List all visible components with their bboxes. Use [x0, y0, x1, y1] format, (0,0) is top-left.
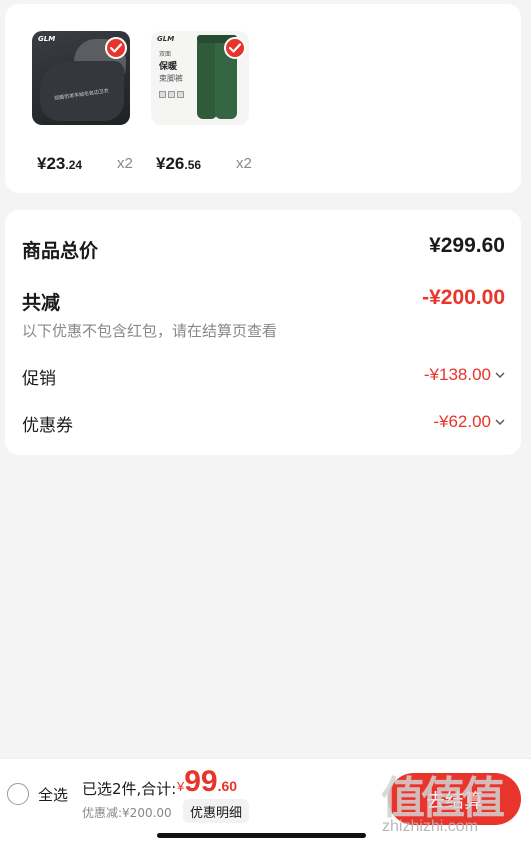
image-tag: 双面 — [159, 51, 172, 58]
price-decimal: .24 — [65, 158, 83, 172]
brand-logo: GLM — [38, 35, 56, 43]
product-price: ¥23.24 — [37, 154, 82, 174]
promotion-label: 促销 — [22, 369, 56, 389]
grand-total: ¥99.60 — [177, 765, 237, 799]
product-checkbox-checked[interactable] — [105, 37, 127, 59]
checkout-bar: 全选 已选2件,合计: ¥99.60 优惠减:¥200.00 优惠明细 去结算 — [0, 758, 531, 842]
pants-left-leg — [197, 37, 217, 119]
product-checkbox-checked[interactable] — [224, 37, 246, 59]
total-price-value: ¥299.60 — [429, 234, 505, 257]
product-card: GLM 双面仿羔羊绒毛包边卫衣 GLM 双面 保暖 束脚裤 ¥23.24 x2 … — [5, 4, 521, 193]
discount-note: 以下优惠不包含红包，请在结算页查看 — [22, 322, 278, 340]
grand-total-integer: 99 — [184, 765, 218, 798]
total-reduction-label: 共减 — [22, 292, 61, 314]
image-subtitle: 束脚裤 — [159, 74, 183, 83]
select-all-radio[interactable] — [7, 783, 29, 805]
brand-logo: GLM — [157, 35, 175, 43]
select-all-label[interactable]: 全选 — [38, 784, 68, 805]
check-icon — [229, 43, 241, 53]
promotion-value: -¥138.00 — [423, 365, 491, 384]
total-reduction-value: -¥200.00 — [422, 286, 505, 309]
coupon-value: -¥62.00 — [433, 412, 491, 431]
image-title: 保暖 — [159, 62, 178, 72]
coupon-label: 优惠券 — [22, 416, 73, 436]
check-icon — [110, 43, 122, 53]
chevron-down-icon — [495, 419, 505, 425]
discount-amount-text: 优惠减:¥200.00 — [82, 806, 172, 820]
price-integer: ¥26 — [156, 154, 185, 173]
product-quantity: x2 — [117, 155, 133, 172]
product-quantity: x2 — [236, 155, 252, 172]
selected-count-text: 已选2件,合计: — [82, 780, 177, 798]
price-summary-card: 商品总价 ¥299.60 共减 -¥200.00 以下优惠不包含红包，请在结算页… — [5, 210, 521, 455]
coupon-row-toggle[interactable]: -¥62.00 — [433, 412, 505, 432]
product-price: ¥26.56 — [156, 154, 201, 174]
grand-total-decimal: .60 — [217, 778, 238, 794]
promotion-row-toggle[interactable]: -¥138.00 — [424, 365, 505, 385]
price-decimal: .56 — [184, 158, 202, 172]
color-swatches — [159, 91, 184, 98]
checkout-button[interactable]: 去结算 — [388, 773, 521, 825]
price-integer: ¥23 — [37, 154, 66, 173]
total-price-label: 商品总价 — [22, 240, 99, 262]
discount-detail-button[interactable]: 优惠明细 — [183, 799, 250, 823]
chevron-down-icon — [495, 372, 505, 378]
home-indicator[interactable] — [157, 833, 366, 838]
